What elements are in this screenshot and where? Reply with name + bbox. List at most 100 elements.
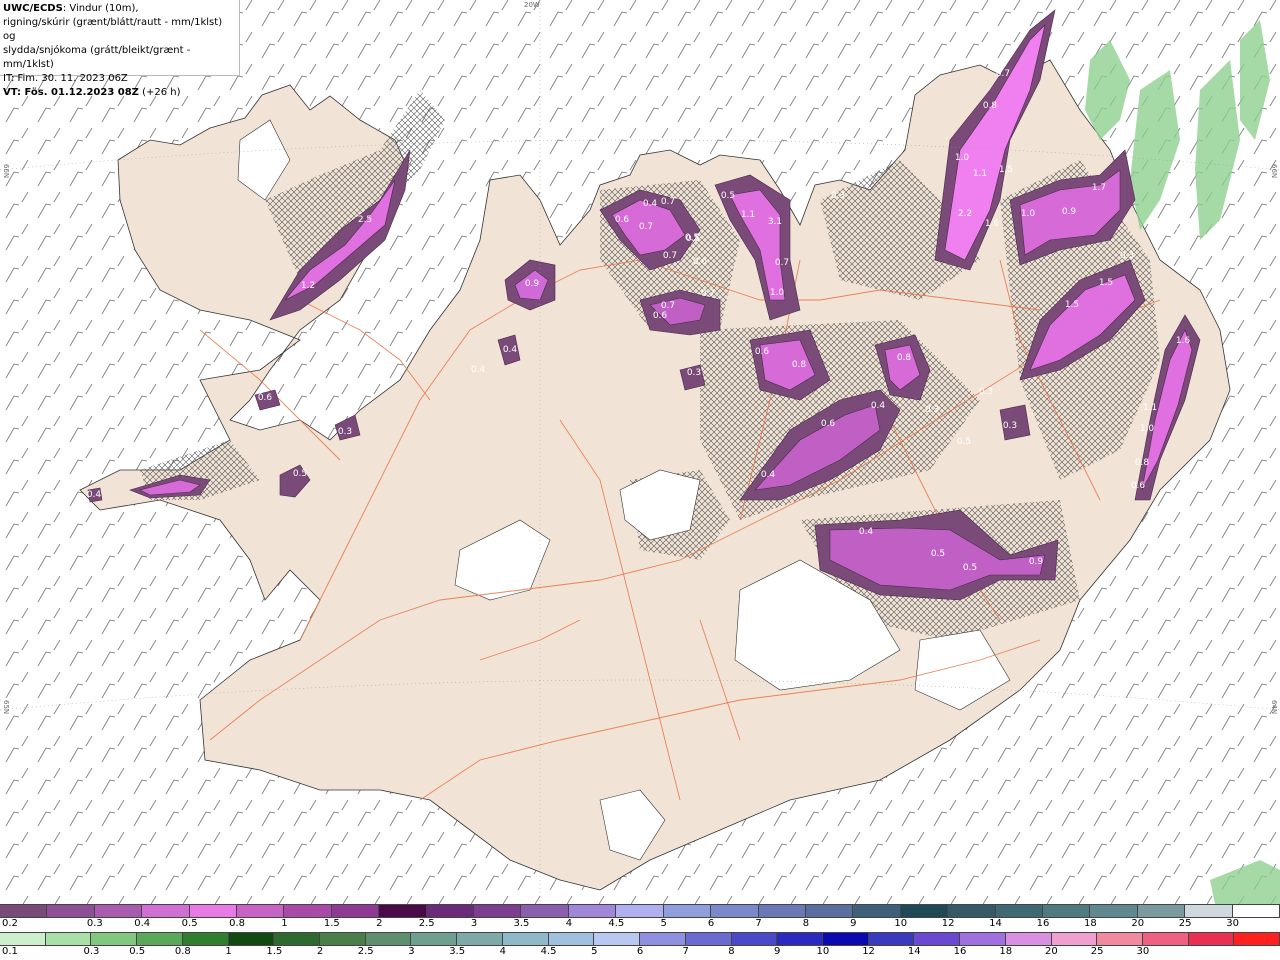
precip-value-label: 0.6 bbox=[821, 419, 836, 429]
legend-swatch bbox=[1234, 933, 1280, 945]
legend-swatch bbox=[948, 905, 996, 917]
legend-snow-colorbar bbox=[0, 904, 1280, 918]
legend-swatch bbox=[94, 905, 143, 917]
precip-value-label: 0.4 bbox=[471, 365, 486, 375]
legend-swatch bbox=[663, 905, 712, 917]
legend-tick-label: 10 bbox=[816, 946, 830, 957]
legend-tick-label: 4.5 bbox=[608, 918, 625, 929]
legend-swatch bbox=[379, 905, 427, 917]
legend-tick-label: 6 bbox=[636, 946, 644, 957]
legend-swatch bbox=[868, 933, 915, 945]
precip-value-label: 1.6 bbox=[1176, 336, 1191, 346]
precip-value-label: 0.5 bbox=[721, 191, 735, 201]
title-line1: : Vindur (10m), bbox=[62, 3, 139, 14]
weather-map-view: 2.5 1.2 0.6 0.3 0.5 0.7 0.6 0.4 0.9 0.4 0.4 0.6 0.4 0… bbox=[0, 0, 1280, 960]
precip-value-label: 0.3 bbox=[1167, 228, 1181, 238]
legend-tick-label: 1.5 bbox=[266, 946, 283, 957]
precip-value-label: 1.5 bbox=[1099, 278, 1113, 288]
legend-tick-label: 3.5 bbox=[513, 918, 530, 929]
legend-tick-label: 1 bbox=[225, 946, 232, 957]
legend-swatch bbox=[1005, 933, 1052, 945]
legend-tick-label: 12 bbox=[941, 918, 955, 929]
legend-tick-label: 1.5 bbox=[323, 918, 340, 929]
precip-value-label: 0.4 bbox=[761, 470, 776, 480]
legend-rain-labels: 0.1 0.3 0.5 0.8 1 1.5 2 2.5 3 3.5 4 4.5 5 6 7 8 9 10 12 14 1… bbox=[0, 946, 1280, 960]
precip-value-label: 0.7 bbox=[701, 289, 715, 299]
legend-swatch bbox=[758, 905, 806, 917]
legend-snow: 0.2 0.3 0.4 0.5 0.8 1 1.5 2 2.5 3 3.5 4 4.5 5 6 7 8 9 10 12… bbox=[0, 904, 1280, 932]
legend-tick-label: 0.1 bbox=[2, 946, 18, 957]
legend-swatch bbox=[960, 933, 1006, 945]
legend-swatch bbox=[1188, 933, 1235, 945]
precip-value-label: 0.3 bbox=[687, 368, 701, 378]
precip-value-label: 1.1 bbox=[1143, 403, 1157, 413]
legend-tick-label: 18 bbox=[999, 946, 1013, 957]
legend-swatch bbox=[411, 933, 458, 945]
legend-tick-label: 3 bbox=[408, 946, 415, 957]
precip-value-label: 0.5 bbox=[293, 469, 307, 479]
precip-value-label: 0.4 bbox=[859, 527, 874, 537]
precip-value-label: 3.1 bbox=[768, 217, 782, 227]
legend-swatch bbox=[457, 933, 503, 945]
legend-tick-label: 4 bbox=[565, 918, 573, 929]
legend-tick-label: 0.2 bbox=[2, 918, 18, 929]
precip-value-label: 0.8 bbox=[1135, 458, 1150, 468]
edge-label-left-lower: 65N bbox=[2, 700, 10, 715]
legend-swatch bbox=[137, 933, 183, 945]
legend-tick-label: 8 bbox=[802, 918, 810, 929]
legend-tick-label: 0.8 bbox=[174, 946, 191, 957]
legend-tick-label: 0.8 bbox=[229, 918, 245, 929]
legend-tick-label: 3.5 bbox=[449, 946, 466, 957]
legend-tick-label: 2 bbox=[316, 946, 324, 957]
precip-value-label: 2.2 bbox=[958, 209, 972, 219]
precip-value-label: 1.1 bbox=[741, 210, 755, 220]
legend-swatch bbox=[274, 933, 321, 945]
precip-value-label: 0.4 bbox=[87, 490, 102, 500]
legend-swatch bbox=[805, 905, 854, 917]
legend-tick-label: 18 bbox=[1083, 918, 1097, 929]
legend-swatch bbox=[914, 933, 961, 945]
legend-swatch bbox=[568, 905, 617, 917]
legend-swatch bbox=[521, 905, 569, 917]
legend-tick-label: 14 bbox=[907, 946, 921, 957]
legend-rain-colorbar bbox=[0, 932, 1280, 946]
legend-tick-label: 30 bbox=[1226, 918, 1239, 929]
legend-swatch bbox=[731, 933, 778, 945]
initial-time: IT: Fim. 30. 11. 2023 06Z bbox=[3, 73, 128, 84]
legend-tick-label: 3 bbox=[470, 918, 478, 929]
legend-swatch bbox=[237, 905, 285, 917]
legend-tick-label: 14 bbox=[989, 918, 1002, 929]
legend-swatch bbox=[1090, 905, 1138, 917]
precip-value-label: 1.5 bbox=[999, 165, 1013, 175]
legend-swatch bbox=[0, 905, 48, 917]
legend-tick-label: 9 bbox=[850, 918, 857, 929]
legend-swatch bbox=[640, 933, 686, 945]
legend-tick-label: 9 bbox=[773, 946, 781, 957]
legend-tick-label: 12 bbox=[862, 946, 875, 957]
precip-value-label: 0.3 bbox=[1120, 251, 1134, 261]
legend-tick-label: 30 bbox=[1136, 946, 1150, 957]
legend-swatch bbox=[594, 933, 641, 945]
precip-value-label: 0.4 bbox=[643, 199, 658, 209]
legend-swatch bbox=[47, 905, 95, 917]
legend-swatch bbox=[685, 933, 732, 945]
legend-swatch bbox=[45, 933, 92, 945]
precip-value-label: 0.3 bbox=[1003, 421, 1017, 431]
precip-value-label: 0.6 bbox=[615, 215, 630, 225]
precip-value-label: 0.3 bbox=[1179, 193, 1193, 203]
legend-swatch bbox=[365, 933, 412, 945]
precip-value-label: 0.7 bbox=[639, 222, 653, 232]
info-panel: UWC/ECDS: Vindur (10m), rigning/skúrir (… bbox=[0, 0, 240, 98]
edge-label-right-lower: 64N bbox=[1270, 700, 1278, 715]
legend-tick-label: 20 bbox=[1131, 918, 1145, 929]
legend-tick-label: 16 bbox=[953, 946, 967, 957]
legend-swatch bbox=[822, 933, 869, 945]
precip-value-label: 0.3 bbox=[831, 191, 845, 201]
legend-tick-label: 2 bbox=[376, 918, 383, 929]
legend-swatch bbox=[0, 933, 46, 945]
precip-value-label: 0.7 bbox=[661, 197, 675, 207]
precip-value-label: 1.1 bbox=[973, 169, 987, 179]
legend-swatch bbox=[777, 933, 823, 945]
legend-snow-labels: 0.2 0.3 0.4 0.5 0.8 1 1.5 2 2.5 3 3.5 4 4.5 5 6 7 8 9 10 12… bbox=[0, 918, 1280, 932]
legend-swatch bbox=[142, 905, 190, 917]
